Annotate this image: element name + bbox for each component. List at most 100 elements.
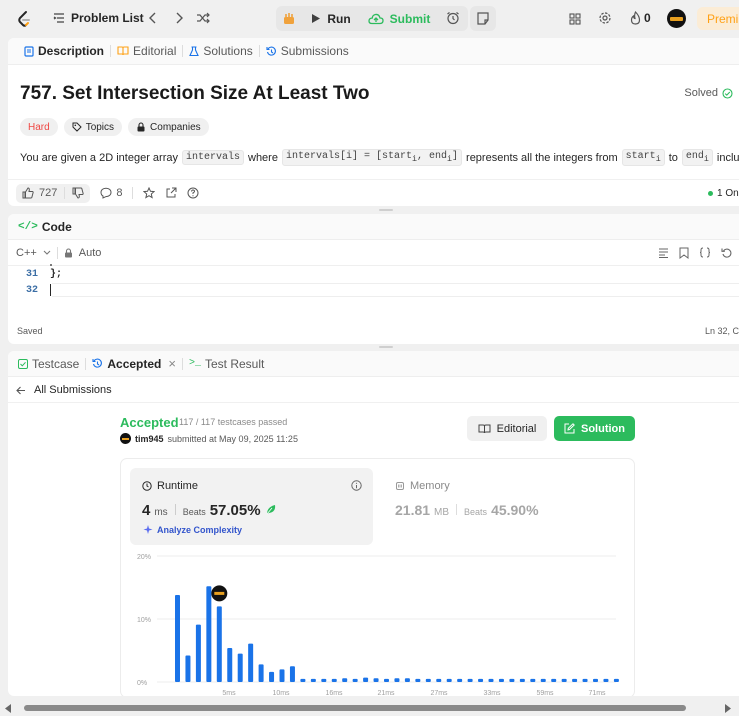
scrollbar-thumb[interactable] (24, 705, 686, 711)
problem-title[interactable]: 757. Set Intersection Size At Least Two (20, 83, 370, 105)
chart-bar (530, 678, 536, 682)
star-icon[interactable] (143, 187, 156, 199)
memory-stats[interactable]: 21.81 MB Beats 45.90% (395, 502, 539, 518)
online-dot (708, 190, 713, 196)
note-icon[interactable] (475, 10, 491, 26)
tab-solutions[interactable]: Solutions (183, 44, 258, 58)
y-tick-label: 20% (137, 554, 151, 561)
tab-solutions-label: Solutions (203, 44, 253, 58)
reset-icon[interactable] (721, 247, 732, 258)
chart-bar (363, 677, 369, 682)
run-button[interactable]: Run (304, 8, 358, 29)
tab-code[interactable]: </> Code (18, 220, 78, 234)
companies-chip[interactable]: Companies (128, 118, 209, 136)
tab-test-result[interactable]: >_ Test Result (183, 357, 270, 371)
like-count: 727 (39, 187, 58, 199)
runtime-distribution-chart[interactable]: 20% 10% 0% 5ms 10ms 16ms 21ms 27ms 33ms 59ms 71ms (121, 544, 634, 696)
horizontal-scrollbar[interactable] (0, 700, 739, 716)
chart-bar (195, 624, 201, 682)
info-icon[interactable] (351, 480, 362, 491)
chart-bar (394, 678, 400, 682)
bookmark-icon[interactable] (679, 247, 689, 259)
statement-text: where (248, 151, 278, 164)
cloud-upload-icon (368, 13, 384, 24)
lock-icon (64, 248, 72, 258)
editor-toolbar: C++ Auto (16, 247, 101, 259)
submit-button[interactable]: Submit (364, 8, 434, 29)
tab-submissions[interactable]: Submissions (260, 44, 355, 58)
chart-bar (227, 647, 233, 682)
terminal-icon: >_ (188, 358, 201, 369)
chevron-right-icon[interactable] (172, 10, 186, 26)
resize-handle[interactable] (379, 209, 393, 211)
chart-bar (561, 678, 567, 682)
username[interactable]: tim945 (135, 434, 164, 444)
x-tick-label: 10ms (272, 690, 290, 696)
avatar[interactable] (667, 9, 686, 28)
shuffle-icon[interactable] (195, 10, 211, 26)
chart-bar (373, 678, 379, 682)
thumbs-down-icon[interactable] (72, 187, 85, 199)
chart-bar (436, 678, 442, 682)
companies-label: Companies (150, 121, 201, 133)
chart-bar (321, 678, 327, 682)
list-icon (52, 11, 66, 25)
tag-row: Hard Topics Companies (20, 118, 209, 136)
runtime-card[interactable]: Runtime 4 ms Beats 57.05% Analyze Comple… (130, 468, 373, 545)
avatar-mark (122, 437, 129, 440)
tab-submissions-label: Submissions (280, 44, 349, 58)
sparkle-icon (143, 525, 153, 534)
alarm-clock-icon[interactable] (445, 10, 461, 26)
language-select[interactable]: C++ (16, 247, 37, 259)
braces-icon[interactable] (699, 247, 711, 258)
scroll-left-arrow-icon[interactable] (4, 704, 12, 713)
help-circle-icon[interactable] (187, 187, 199, 199)
top-bar: Problem List Run Submit 0 Premiu (0, 0, 739, 37)
leetcode-logo-icon[interactable] (14, 9, 34, 29)
problem-list-link[interactable]: Problem List (71, 11, 144, 25)
line-number: 32 (25, 284, 38, 296)
gear-icon[interactable] (597, 10, 613, 26)
chart-bar (258, 664, 264, 682)
chevron-down-icon[interactable] (43, 250, 51, 256)
memory-unit: MB (434, 507, 450, 518)
editorial-button[interactable]: Editorial (467, 416, 547, 441)
tab-description[interactable]: Description (18, 44, 110, 58)
layout-icon[interactable] (567, 11, 583, 27)
checkbox-icon (18, 358, 28, 369)
back-to-submissions[interactable]: All Submissions (16, 384, 112, 396)
scroll-right-arrow-icon[interactable] (724, 704, 732, 713)
memory-label: Memory (410, 480, 450, 492)
lock-icon (137, 122, 145, 132)
code-start: starti (621, 149, 665, 166)
tab-editorial[interactable]: Editorial (111, 44, 182, 58)
chevron-left-icon[interactable] (146, 10, 160, 26)
solution-button[interactable]: Solution (554, 416, 635, 441)
tab-accepted-label: Accepted (107, 356, 162, 371)
description-footer: 727 8 1 On (8, 179, 739, 206)
resize-handle[interactable] (379, 346, 393, 348)
format-icon[interactable] (658, 247, 669, 258)
code-part: start (625, 151, 656, 162)
tab-accepted[interactable]: Accepted × (86, 356, 182, 371)
runtime-label: Runtime (157, 480, 198, 492)
mode-label[interactable]: Auto (79, 247, 102, 259)
memory-header[interactable]: Memory (395, 480, 450, 492)
divider (174, 504, 176, 515)
tab-testcase[interactable]: Testcase (18, 357, 85, 371)
x-tick-label: 59ms (536, 690, 554, 696)
comment-icon[interactable] (100, 187, 112, 199)
premium-button[interactable]: Premiu (697, 7, 739, 30)
analyze-complexity[interactable]: Analyze Complexity (142, 524, 242, 535)
chart-bar (352, 678, 358, 682)
flame-icon[interactable] (628, 10, 642, 26)
share-icon[interactable] (165, 187, 177, 199)
chart-bar (248, 643, 254, 682)
chart-bar (446, 678, 452, 682)
close-icon[interactable]: × (168, 356, 176, 371)
debug-icon[interactable] (281, 10, 297, 26)
statement-text: to (668, 151, 678, 164)
chart-bar (216, 606, 222, 682)
topics-chip[interactable]: Topics (63, 118, 123, 136)
thumbs-up-icon[interactable] (22, 187, 34, 199)
